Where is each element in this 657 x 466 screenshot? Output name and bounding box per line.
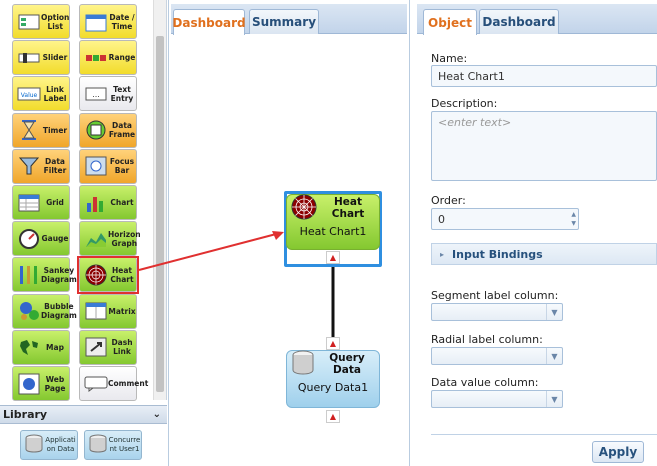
data-value-select[interactable]: ▼ <box>431 390 563 408</box>
description-label: Description: <box>431 97 498 110</box>
description-field[interactable]: <enter text> <box>431 111 657 181</box>
drag-arrow <box>138 232 281 271</box>
divider <box>431 434 657 435</box>
input-bindings-section[interactable]: ▸ Input Bindings <box>431 243 657 265</box>
segment-label-select[interactable]: ▼ <box>431 303 563 321</box>
order-value: 0 <box>438 213 445 226</box>
radial-label-select[interactable]: ▼ <box>431 347 563 365</box>
data-value-label: Data value column: <box>431 376 539 389</box>
chevron-down-icon[interactable]: ▼ <box>546 391 562 407</box>
name-label: Name: <box>431 52 468 65</box>
order-label: Order: <box>431 194 466 207</box>
chevron-right-icon: ▸ <box>440 249 445 259</box>
stepper-arrows-icon[interactable]: ▲ ▼ <box>571 210 576 228</box>
properties-tabstrip: Object Dashboard <box>417 4 657 35</box>
node-name: Query Data1 <box>297 381 369 394</box>
heat-chart-node[interactable]: Heat Chart Heat Chart1 <box>286 194 380 250</box>
order-stepper[interactable]: 0 ▲ ▼ <box>431 208 579 230</box>
node-title: Query Data <box>329 352 365 376</box>
node-name: Heat Chart1 <box>299 225 367 238</box>
heat-chart-icon <box>291 194 317 223</box>
query-data-input-handle[interactable]: ▲ <box>326 337 340 350</box>
query-data-node[interactable]: Query Data Query Data1 <box>286 350 380 408</box>
chevron-down-icon[interactable]: ▼ <box>546 304 562 320</box>
query-data-output-handle[interactable]: ▲ <box>326 410 340 423</box>
heat-chart-output-handle[interactable]: ▲ <box>326 251 340 264</box>
name-field[interactable]: Heat Chart1 <box>431 65 657 87</box>
apply-button[interactable]: Apply <box>592 441 644 463</box>
database-icon <box>291 350 315 379</box>
tab-object[interactable]: Object <box>423 9 477 35</box>
tab-dashboard-properties[interactable]: Dashboard <box>479 9 559 34</box>
chevron-down-icon[interactable]: ▼ <box>546 348 562 364</box>
input-bindings-label: Input Bindings <box>452 247 543 261</box>
node-title: Heat Chart <box>331 196 365 220</box>
radial-label: Radial label column: <box>431 333 543 346</box>
segment-label: Segment label column: <box>431 289 559 302</box>
